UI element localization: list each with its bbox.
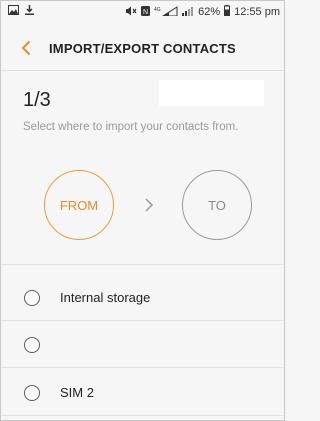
back-arrow-icon xyxy=(21,41,30,55)
option-sim-1[interactable] xyxy=(1,331,284,361)
status-time: 12:55 pm xyxy=(234,6,280,18)
from-step-circle[interactable]: FROM xyxy=(44,170,114,240)
option-label: SIM 2 xyxy=(60,385,94,400)
svg-text:4G: 4G xyxy=(154,7,161,13)
download-icon xyxy=(25,5,34,18)
back-button[interactable] xyxy=(17,37,37,59)
section-divider xyxy=(1,264,284,265)
option-divider xyxy=(1,415,284,416)
page-title: IMPORT/EXPORT CONTACTS xyxy=(49,41,236,56)
radio-button[interactable] xyxy=(24,337,40,353)
instruction-text: Select where to import your contacts fro… xyxy=(23,121,239,133)
blank-panel xyxy=(159,80,264,106)
option-divider xyxy=(1,367,284,368)
radio-button[interactable] xyxy=(24,290,40,306)
signal-sim1-icon: 4G xyxy=(154,5,178,19)
option-label: Internal storage xyxy=(60,290,151,305)
status-bar: N 4G 62% 12:55 pm xyxy=(1,1,284,23)
option-divider xyxy=(1,320,284,321)
mute-icon xyxy=(125,6,137,19)
app-bar: IMPORT/EXPORT CONTACTS xyxy=(1,31,284,67)
option-sim-2[interactable]: SIM 2 xyxy=(1,379,284,409)
gallery-notification-icon xyxy=(8,5,19,18)
app-bar-divider xyxy=(1,70,284,71)
step-indicator: 1/3 xyxy=(23,89,51,111)
screen: N 4G 62% 12:55 pm IMPORT/EXPORT CONTACTS… xyxy=(0,0,285,421)
svg-text:N: N xyxy=(143,9,148,16)
radio-button[interactable] xyxy=(24,385,40,401)
option-internal-storage[interactable]: Internal storage xyxy=(1,284,284,314)
nfc-icon: N xyxy=(141,5,151,19)
status-right: N 4G 62% 12:55 pm xyxy=(125,5,280,19)
status-left xyxy=(8,5,34,18)
battery-percent: 62% xyxy=(198,6,221,18)
signal-sim2-icon xyxy=(182,6,194,19)
to-step-circle[interactable]: TO xyxy=(182,170,252,240)
chevron-right-icon xyxy=(145,198,154,212)
battery-icon xyxy=(224,5,231,19)
